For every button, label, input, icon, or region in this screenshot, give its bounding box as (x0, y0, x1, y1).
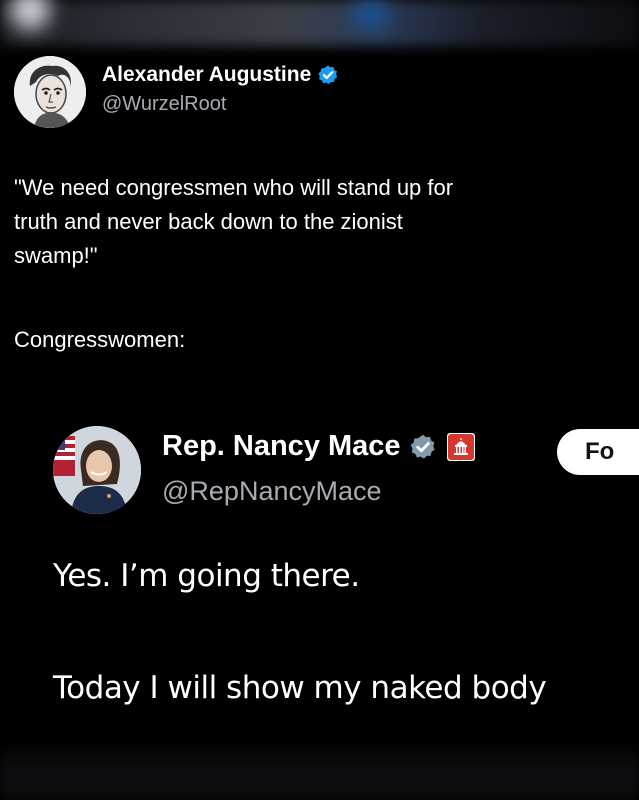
follow-button[interactable]: Fo (557, 429, 639, 475)
embedded-tweet-line-2: Today I will show my naked body (53, 670, 547, 706)
official-portrait-icon (53, 426, 141, 514)
embedded-display-name[interactable]: Rep. Nancy Mace (162, 430, 401, 463)
tweet-text: "We need congressmen who will stand up f… (14, 175, 454, 268)
portrait-sketch-icon (14, 56, 86, 128)
blurred-header-bar (0, 0, 639, 46)
tweet-text-second-paragraph: Congresswomen: (14, 327, 186, 352)
verified-badge-icon (317, 64, 339, 86)
avatar[interactable] (14, 56, 86, 128)
author-name[interactable]: Alexander Augustine (102, 63, 339, 87)
author-handle[interactable]: @WurzelRoot (102, 93, 226, 116)
embedded-tweet-line-1: Yes. I’m going there. (53, 558, 360, 594)
embedded-author-handle[interactable]: @RepNancyMace (162, 476, 382, 507)
author-display-name[interactable]: Alexander Augustine (102, 63, 311, 87)
capitol-affiliation-icon (446, 432, 475, 461)
blurred-footer (0, 740, 639, 800)
verified-gray-badge-icon (409, 433, 437, 461)
blurred-verified-icon (350, 0, 390, 30)
embedded-author-name[interactable]: Rep. Nancy Mace (162, 430, 475, 463)
embedded-avatar[interactable] (53, 426, 141, 514)
